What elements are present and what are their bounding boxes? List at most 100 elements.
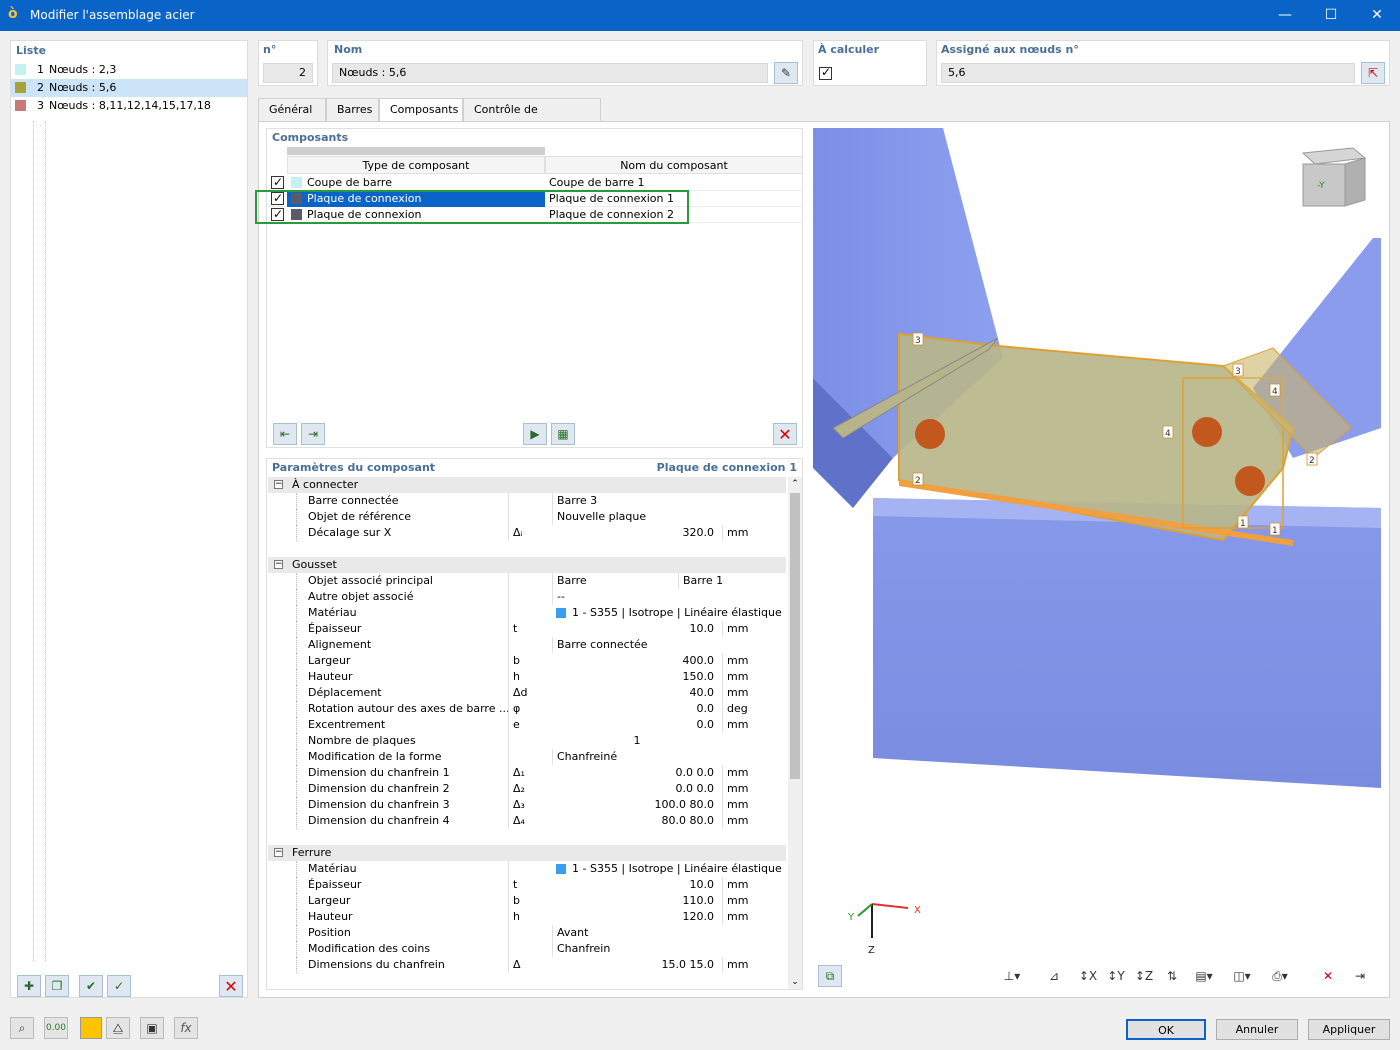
param-row[interactable]: Matériau 1 - S355 | Isotrope | Linéaire é… bbox=[268, 605, 788, 621]
component-type-cell[interactable]: Coupe de barre bbox=[287, 175, 545, 191]
number-field[interactable]: 2 bbox=[263, 63, 313, 83]
tab-1[interactable]: Barres bbox=[326, 98, 379, 122]
tab-3[interactable]: Contrôle de plausibilité bbox=[463, 98, 601, 138]
list-item[interactable]: 1 Nœuds : 2,3 bbox=[11, 61, 247, 79]
edit-name-icon[interactable]: ✎ bbox=[774, 62, 798, 84]
collapse-icon[interactable]: − bbox=[274, 560, 283, 569]
collapse-icon[interactable]: − bbox=[274, 480, 283, 489]
view-toggle-icon[interactable]: ⧉ bbox=[818, 965, 842, 987]
param-value[interactable]: Chanfrein bbox=[552, 941, 610, 957]
delete-icon[interactable]: ✕ bbox=[219, 975, 243, 997]
collapse-icon[interactable]: − bbox=[274, 848, 283, 857]
param-row[interactable]: Épaisseur t 10.0 mm bbox=[268, 621, 788, 637]
reset-view-icon[interactable]: ✕ bbox=[1317, 965, 1339, 987]
param-row[interactable]: Dimension du chanfrein 2 Δ₂ 0.0 0.0 mm bbox=[268, 781, 788, 797]
model-icon[interactable]: ⧋ bbox=[106, 1017, 130, 1039]
param-row[interactable]: Largeur b 400.0 mm bbox=[268, 653, 788, 669]
param-number[interactable]: 15.0 15.0 bbox=[552, 957, 718, 973]
axes-icon[interactable]: ⊥▾ bbox=[1001, 965, 1023, 987]
param-row[interactable]: Épaisseur t 10.0 mm bbox=[268, 877, 788, 893]
param-value-2[interactable]: Barre 1 bbox=[678, 573, 723, 589]
name-field[interactable]: Nœuds : 5,6 bbox=[332, 63, 768, 83]
param-row[interactable]: Hauteur h 120.0 mm bbox=[268, 909, 788, 925]
param-value[interactable]: Barre 3 bbox=[552, 493, 597, 509]
search-icon[interactable]: ⌕ bbox=[10, 1017, 34, 1039]
ok-button[interactable]: OK bbox=[1126, 1019, 1206, 1040]
param-number[interactable]: 110.0 bbox=[552, 893, 718, 909]
calc-checkbox[interactable] bbox=[819, 65, 832, 80]
param-row[interactable]: Largeur b 110.0 mm bbox=[268, 893, 788, 909]
param-row[interactable]: Autre objet associé -- bbox=[268, 589, 788, 605]
param-value[interactable]: Nouvelle plaque bbox=[552, 509, 646, 525]
view-x-icon[interactable]: ↕X bbox=[1077, 965, 1099, 987]
param-group-header[interactable]: − À connecter bbox=[268, 477, 786, 493]
uncheck-icon[interactable]: ✓ bbox=[107, 975, 131, 997]
param-number[interactable]: 0.0 bbox=[552, 717, 718, 733]
param-row[interactable]: Dimensions du chanfrein Δ 15.0 15.0 mm bbox=[268, 957, 788, 973]
param-value[interactable]: 1 - S355 | Isotrope | Linéaire élastique bbox=[572, 605, 782, 621]
param-number[interactable]: 150.0 bbox=[552, 669, 718, 685]
param-number[interactable]: 400.0 bbox=[552, 653, 718, 669]
params-scrollbar[interactable]: ⌃ ⌄ bbox=[788, 477, 802, 989]
view-y-icon[interactable]: ↕Y bbox=[1105, 965, 1127, 987]
component-row[interactable]: Coupe de barre Coupe de barre 1 bbox=[267, 174, 803, 191]
new-item-icon[interactable]: ✚ bbox=[17, 975, 41, 997]
param-number[interactable]: 40.0 bbox=[552, 685, 718, 701]
param-row[interactable]: Alignement Barre connectée bbox=[268, 637, 788, 653]
list-item[interactable]: 3 Nœuds : 8,11,12,14,15,17,18 bbox=[11, 97, 247, 115]
param-number[interactable]: 120.0 bbox=[552, 909, 718, 925]
formula-icon[interactable]: fx bbox=[174, 1017, 198, 1039]
param-row[interactable]: Rotation autour des axes de barre ... φ 0.… bbox=[268, 701, 788, 717]
param-row[interactable]: Modification de la forme Chanfreiné bbox=[268, 749, 788, 765]
param-value[interactable]: 1 - S355 | Isotrope | Linéaire élastique bbox=[572, 861, 782, 877]
tab-2[interactable]: Composants bbox=[379, 98, 463, 122]
view-cube[interactable]: -Y bbox=[1301, 147, 1367, 207]
scrollbar-thumb[interactable] bbox=[790, 493, 800, 779]
units-icon[interactable]: 0.00 bbox=[44, 1017, 68, 1039]
param-row[interactable]: Décalage sur X Δᵢ 320.0 mm bbox=[268, 525, 788, 541]
param-number[interactable]: 320.0 bbox=[552, 525, 718, 541]
param-row[interactable]: Objet associé principal Barre Barre 1 bbox=[268, 573, 788, 589]
minimize-button[interactable]: — bbox=[1262, 0, 1308, 31]
param-row[interactable]: Déplacement Δd 40.0 mm bbox=[268, 685, 788, 701]
param-number[interactable]: 80.0 80.0 bbox=[552, 813, 718, 829]
param-number[interactable]: 10.0 bbox=[552, 621, 718, 637]
component-checkbox[interactable] bbox=[271, 174, 284, 190]
move-down-icon[interactable]: ⇥ bbox=[301, 423, 325, 445]
tab-0[interactable]: Général bbox=[258, 98, 326, 122]
display-icon[interactable]: ▤▾ bbox=[1193, 965, 1215, 987]
param-row[interactable]: Hauteur h 150.0 mm bbox=[268, 669, 788, 685]
check-all-icon[interactable]: ✔ bbox=[79, 975, 103, 997]
cancel-button[interactable]: Annuler bbox=[1216, 1019, 1298, 1040]
param-group-header[interactable]: − Gousset bbox=[268, 557, 786, 573]
assigned-field[interactable]: 5,6 bbox=[941, 63, 1355, 83]
param-row[interactable]: Matériau 1 - S355 | Isotrope | Linéaire é… bbox=[268, 861, 788, 877]
param-row[interactable]: Dimension du chanfrein 1 Δ₁ 0.0 0.0 mm bbox=[268, 765, 788, 781]
param-value[interactable]: Chanfreiné bbox=[552, 749, 617, 765]
view-icon[interactable]: ▣ bbox=[140, 1017, 164, 1039]
maximize-button[interactable]: ☐ bbox=[1308, 0, 1354, 31]
param-row[interactable]: Dimension du chanfrein 3 Δ₃ 100.0 80.0 mm bbox=[268, 797, 788, 813]
color-icon[interactable] bbox=[80, 1017, 102, 1039]
list-item[interactable]: 2 Nœuds : 5,6 bbox=[11, 79, 247, 97]
view-iso-icon[interactable]: ⇅ bbox=[1161, 965, 1183, 987]
render-icon[interactable]: ◫▾ bbox=[1231, 965, 1253, 987]
param-value[interactable]: Barre connectée bbox=[552, 637, 648, 653]
param-row[interactable]: Barre connectée Barre 3 bbox=[268, 493, 788, 509]
apply-button[interactable]: Appliquer bbox=[1308, 1019, 1390, 1040]
param-row[interactable]: Excentrement e 0.0 mm bbox=[268, 717, 788, 733]
param-number[interactable]: 10.0 bbox=[552, 877, 718, 893]
param-row[interactable]: Position Avant bbox=[268, 925, 788, 941]
param-value[interactable]: Avant bbox=[552, 925, 588, 941]
param-group-header[interactable]: − Ferrure bbox=[268, 845, 786, 861]
param-value[interactable]: -- bbox=[552, 589, 565, 605]
view-z-icon[interactable]: ↕Z bbox=[1133, 965, 1155, 987]
3d-viewport[interactable]: 3 2 1 1 3 4 4 2 -Y X Y Z ⧉ ⊥▾ ⊿ ↕X ↕Y ↕Z bbox=[813, 128, 1381, 990]
print-icon[interactable]: ⎙▾ bbox=[1269, 965, 1291, 987]
param-number[interactable]: 0.0 0.0 bbox=[552, 765, 718, 781]
save-icon[interactable]: ▦ bbox=[551, 423, 575, 445]
param-row[interactable]: Modification des coins Chanfrein bbox=[268, 941, 788, 957]
section-icon[interactable]: ⊿ bbox=[1043, 965, 1065, 987]
param-number[interactable]: 0.0 bbox=[552, 701, 718, 717]
param-value[interactable]: 1 bbox=[552, 733, 722, 749]
